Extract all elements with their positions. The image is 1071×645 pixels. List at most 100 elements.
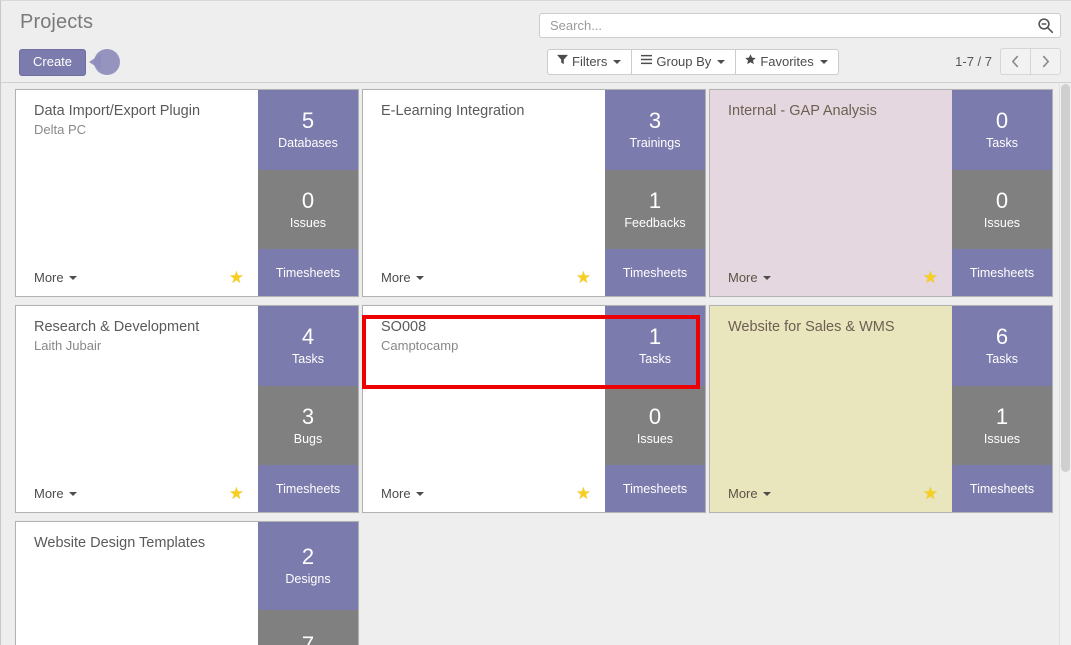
chevron-down-icon — [819, 59, 828, 64]
card-title[interactable]: SO008 — [381, 318, 605, 336]
card-stats-column: 4 Tasks 3 Bugs Timesheets — [258, 306, 358, 512]
card-timesheets-label: Timesheets — [969, 265, 1035, 280]
card-stat-value: 2 — [301, 544, 315, 570]
vertical-scrollbar[interactable] — [1059, 84, 1071, 645]
kanban-card[interactable]: Internal - GAP Analysis More ★ 0 Tasks 0 Issue… — [709, 89, 1053, 297]
card-more-label: More — [381, 486, 411, 501]
kanban-card[interactable]: SO008 Camptocamp More ★ 1 Tasks 0 Issues Timeshe… — [362, 305, 706, 513]
card-stat-stat1[interactable]: 2 Designs — [258, 522, 358, 610]
card-timesheets-link[interactable]: Timesheets — [952, 249, 1052, 296]
card-stat-stat1[interactable]: 1 Tasks — [605, 306, 705, 386]
create-button[interactable]: Create — [19, 48, 87, 76]
group-by-button[interactable]: Group By — [631, 48, 736, 75]
card-body: SO008 Camptocamp More ★ — [363, 306, 605, 512]
favorite-star-icon[interactable]: ★ — [576, 485, 591, 502]
card-footer: More ★ — [381, 269, 591, 286]
kanban-card[interactable]: Website for Sales & WMS More ★ 6 Tasks 1 Issue… — [709, 305, 1053, 513]
card-stat-label: Bugs — [293, 431, 323, 446]
favorites-button[interactable]: Favorites — [735, 48, 839, 75]
card-stat-stat2[interactable]: 7 — [258, 609, 358, 645]
card-stat-label: Issues — [983, 431, 1021, 446]
card-stat-value: 0 — [648, 403, 662, 429]
card-timesheets-link[interactable]: Timesheets — [605, 465, 705, 512]
cursor-pointer-indicator — [89, 47, 121, 77]
card-body: Data Import/Export Plugin Delta PC More ★ — [16, 90, 258, 296]
card-more-dropdown[interactable]: More — [34, 270, 77, 285]
card-stat-value: 7 — [301, 631, 315, 645]
hamburger-icon — [641, 54, 653, 68]
card-title[interactable]: Research & Development — [34, 318, 258, 336]
kanban-card[interactable]: Website Design TemplatesMore★2Designs7Ti… — [15, 521, 359, 645]
card-stat-label: Feedbacks — [624, 215, 686, 230]
card-footer: More ★ — [728, 485, 938, 502]
card-title[interactable]: Data Import/Export Plugin — [34, 102, 258, 120]
card-stat-stat2[interactable]: 3 Bugs — [258, 385, 358, 465]
favorite-star-icon[interactable]: ★ — [229, 269, 244, 286]
card-title[interactable]: E-Learning Integration — [381, 102, 605, 120]
card-timesheets-link[interactable]: Timesheets — [605, 249, 705, 296]
search-area — [539, 13, 1061, 38]
favorite-star-icon[interactable]: ★ — [229, 485, 244, 502]
card-stat-stat2[interactable]: 0 Issues — [605, 385, 705, 465]
card-stat-label: Designs — [285, 572, 331, 587]
card-subtitle: Camptocamp — [381, 338, 459, 353]
caret-down-icon — [415, 276, 424, 280]
kanban-view: Data Import/Export Plugin Delta PC More ★ 5 D… — [1, 83, 1071, 645]
card-stat-stat1[interactable]: 5 Databases — [258, 90, 358, 170]
card-stats-column: 1 Tasks 0 Issues Timesheets — [605, 306, 705, 512]
card-stat-value: 0 — [995, 108, 1009, 134]
card-stat-stat2[interactable]: 1 Feedbacks — [605, 169, 705, 249]
kanban-card[interactable]: Data Import/Export Plugin Delta PC More ★ 5 D… — [15, 89, 359, 297]
card-stat-label: Trainings — [629, 136, 681, 151]
card-stat-stat2[interactable]: 1 Issues — [952, 385, 1052, 465]
card-body: E-Learning Integration More ★ — [363, 90, 605, 296]
pager-previous-button[interactable] — [1000, 48, 1030, 75]
card-more-dropdown[interactable]: More — [34, 486, 77, 501]
card-stats-column: 3 Trainings 1 Feedbacks Timesheets — [605, 90, 705, 296]
card-title[interactable]: Website for Sales & WMS — [728, 318, 952, 336]
card-stat-value: 0 — [301, 187, 315, 213]
card-title[interactable]: Website Design Templates — [34, 534, 258, 552]
card-stat-stat2[interactable]: 0 Issues — [952, 169, 1052, 249]
star-icon — [745, 54, 757, 68]
card-timesheets-label: Timesheets — [622, 265, 688, 280]
scrollbar-thumb[interactable] — [1061, 84, 1070, 472]
card-more-dropdown[interactable]: More — [728, 270, 771, 285]
favorite-star-icon[interactable]: ★ — [923, 269, 938, 286]
search-box[interactable] — [539, 13, 1061, 38]
card-title[interactable]: Internal - GAP Analysis — [728, 102, 952, 120]
caret-down-icon — [415, 492, 424, 496]
search-icon[interactable] — [1037, 17, 1054, 34]
card-stat-stat2[interactable]: 0 Issues — [258, 169, 358, 249]
card-more-dropdown[interactable]: More — [381, 270, 424, 285]
chevron-down-icon — [613, 59, 622, 64]
create-area: Create — [19, 47, 121, 77]
card-stat-stat1[interactable]: 4 Tasks — [258, 306, 358, 386]
chevron-down-icon — [717, 59, 726, 64]
search-input[interactable] — [548, 17, 1032, 34]
card-stat-stat1[interactable]: 3 Trainings — [605, 90, 705, 170]
card-more-dropdown[interactable]: More — [381, 486, 424, 501]
card-timesheets-link[interactable]: Timesheets — [258, 465, 358, 512]
filter-button-group: Filters Group By Favorites — [547, 48, 839, 75]
card-stat-stat1[interactable]: 0 Tasks — [952, 90, 1052, 170]
favorite-star-icon[interactable]: ★ — [923, 485, 938, 502]
card-more-label: More — [728, 270, 758, 285]
card-body: Internal - GAP Analysis More ★ — [710, 90, 952, 296]
kanban-card[interactable]: Research & Development Laith Jubair More ★ 4… — [15, 305, 359, 513]
favorite-star-icon[interactable]: ★ — [576, 269, 591, 286]
cursor-dot — [94, 49, 121, 75]
pager-next-button[interactable] — [1030, 48, 1061, 75]
card-stat-label: Tasks — [639, 352, 671, 367]
card-stat-stat1[interactable]: 6 Tasks — [952, 306, 1052, 386]
card-timesheets-link[interactable]: Timesheets — [258, 249, 358, 296]
card-more-dropdown[interactable]: More — [728, 486, 771, 501]
card-footer: More ★ — [34, 269, 244, 286]
card-stat-label: Issues — [983, 215, 1021, 230]
pager: 1-7 / 7 — [955, 48, 1061, 75]
favorites-label: Favorites — [760, 53, 814, 69]
kanban-card[interactable]: E-Learning Integration More ★ 3 Trainings 1 Fe… — [362, 89, 706, 297]
card-stats-column: 5 Databases 0 Issues Timesheets — [258, 90, 358, 296]
filters-button[interactable]: Filters — [547, 48, 632, 75]
card-timesheets-link[interactable]: Timesheets — [952, 465, 1052, 512]
